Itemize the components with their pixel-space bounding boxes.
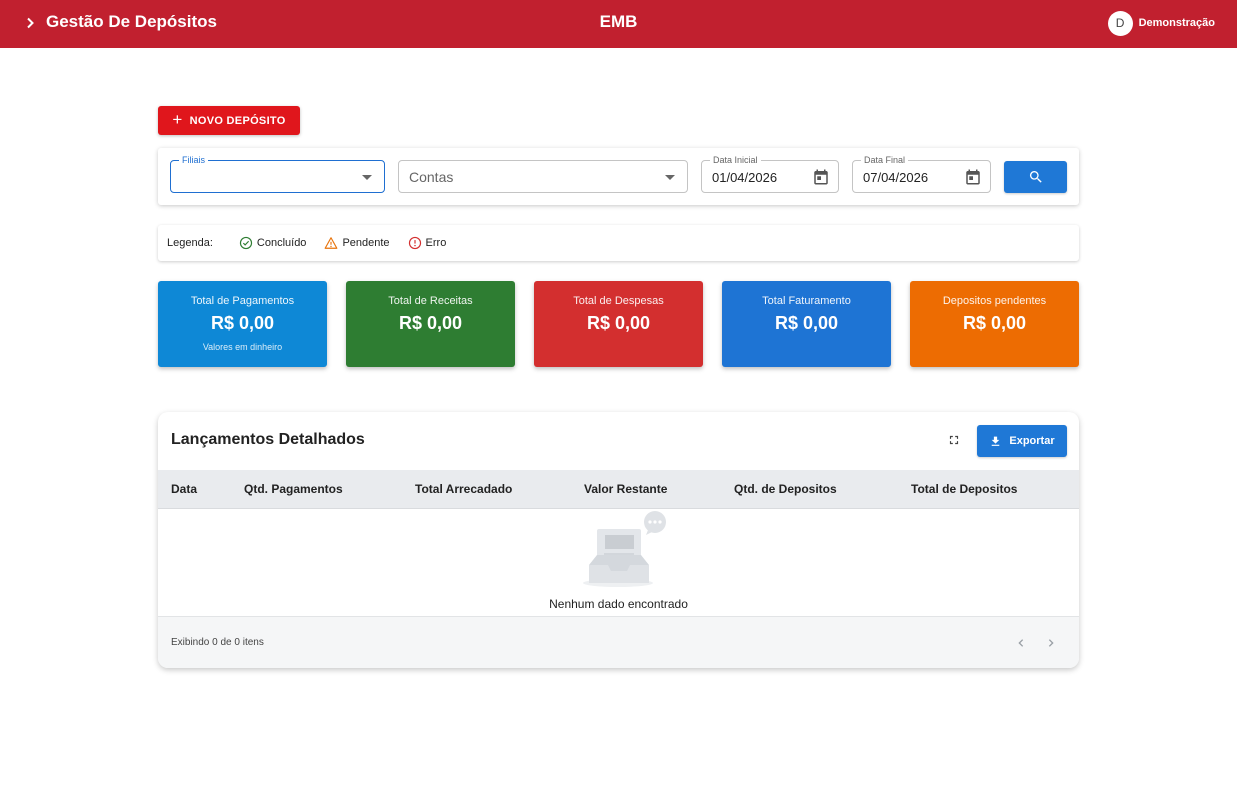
warning-icon: [325, 237, 338, 249]
new-deposit-label: NOVO DEPÓSITO: [189, 114, 286, 127]
stat-label: Total Faturamento: [762, 295, 851, 307]
plus-icon: +: [172, 110, 183, 129]
table-footer: Exibindo 0 de 0 itens: [158, 616, 1079, 668]
stat-total-receitas: Total de Receitas R$ 0,00: [346, 281, 515, 367]
data-final-value: 07/04/2026: [863, 170, 929, 185]
column-header[interactable]: Total Arrecadado: [415, 482, 512, 496]
empty-inbox-icon: [583, 511, 666, 587]
items-count: Exibindo 0 de 0 itens: [171, 637, 264, 648]
contas-select[interactable]: Contas: [398, 160, 688, 193]
table-title: Lançamentos Detalhados: [171, 431, 365, 448]
stat-value: R$ 0,00: [774, 313, 839, 333]
filter-panel: Filiais Contas Data Inicial 01/04/2026 D…: [158, 148, 1079, 205]
legend-item-pendente: Pendente: [324, 236, 390, 250]
stat-label: Total de Pagamentos: [190, 295, 295, 307]
detailed-entries-table: Lançamentos Detalhados Exportar Data Qtd…: [158, 412, 1079, 668]
export-label: Exportar: [1009, 435, 1055, 447]
stat-label: Total de Receitas: [388, 295, 473, 307]
column-header[interactable]: Qtd. Pagamentos: [244, 482, 343, 496]
fullscreen-icon[interactable]: [947, 433, 961, 447]
stat-total-despesas: Total de Despesas R$ 0,00: [534, 281, 703, 367]
filiais-label: Filiais: [179, 154, 209, 166]
filiais-select[interactable]: Filiais: [170, 154, 385, 193]
table-header: Data Qtd. Pagamentos Total Arrecadado Va…: [158, 470, 1079, 509]
stat-total-pagamentos: Total de Pagamentos R$ 0,00 Valores em d…: [158, 281, 327, 367]
legend-item-erro: Erro: [408, 236, 447, 250]
chevron-left-icon[interactable]: [1013, 635, 1029, 651]
top-bar: Gestão De Depósitos EMB D Demonstração: [0, 0, 1237, 48]
legend-item-concluido: Concluído: [239, 236, 307, 250]
stat-sub: Valores em dinheiro: [202, 342, 283, 352]
stat-value: R$ 0,00: [962, 313, 1027, 333]
empty-state: Nenhum dado encontrado: [158, 509, 1079, 616]
search-icon: [1029, 171, 1042, 183]
column-header[interactable]: Data: [171, 482, 197, 496]
user-name: Demonstração: [1138, 17, 1215, 29]
legend-title: Legenda:: [167, 237, 213, 249]
new-deposit-button[interactable]: + NOVO DEPÓSITO: [158, 106, 300, 135]
empty-message: Nenhum dado encontrado: [549, 597, 688, 611]
data-inicial-field[interactable]: Data Inicial 01/04/2026: [701, 154, 839, 193]
stat-value: R$ 0,00: [586, 313, 651, 333]
dropdown-arrow-icon: [362, 175, 372, 180]
data-final-field[interactable]: Data Final 07/04/2026: [852, 154, 991, 193]
dropdown-arrow-icon: [665, 175, 675, 180]
legend-label: Erro: [425, 237, 447, 249]
stat-value: R$ 0,00: [210, 313, 275, 333]
stat-value: R$ 0,00: [398, 313, 463, 333]
user-menu[interactable]: D Demonstração: [1107, 10, 1215, 36]
avatar: D: [1107, 10, 1133, 36]
export-button[interactable]: Exportar: [977, 425, 1067, 457]
chevron-right-icon[interactable]: [22, 13, 38, 33]
stat-depositos-pendentes: Depositos pendentes R$ 0,00: [910, 281, 1079, 367]
download-icon: [992, 436, 1000, 446]
column-header[interactable]: Qtd. de Depositos: [734, 482, 837, 496]
column-header[interactable]: Valor Restante: [584, 482, 667, 496]
calendar-icon[interactable]: [812, 168, 830, 186]
legend-label: Concluído: [256, 237, 307, 249]
app-title: Gestão De Depósitos: [46, 12, 217, 31]
stat-label: Total de Despesas: [573, 295, 664, 307]
contas-placeholder: Contas: [409, 169, 454, 185]
search-button[interactable]: [1004, 161, 1067, 193]
legend-label: Pendente: [342, 237, 390, 249]
chevron-right-icon[interactable]: [1043, 635, 1059, 651]
status-legend: Legenda: Concluído Pendente Erro: [158, 225, 1079, 261]
error-icon: [408, 236, 421, 250]
stat-label: Depositos pendentes: [942, 295, 1047, 307]
data-inicial-value: 01/04/2026: [712, 170, 778, 185]
data-inicial-label: Data Inicial: [710, 154, 761, 166]
check-circle-icon: [239, 236, 253, 250]
stat-total-faturamento: Total Faturamento R$ 0,00: [722, 281, 891, 367]
calendar-icon[interactable]: [964, 168, 982, 186]
column-header[interactable]: Total de Depositos: [911, 482, 1017, 496]
data-final-label: Data Final: [861, 154, 909, 166]
